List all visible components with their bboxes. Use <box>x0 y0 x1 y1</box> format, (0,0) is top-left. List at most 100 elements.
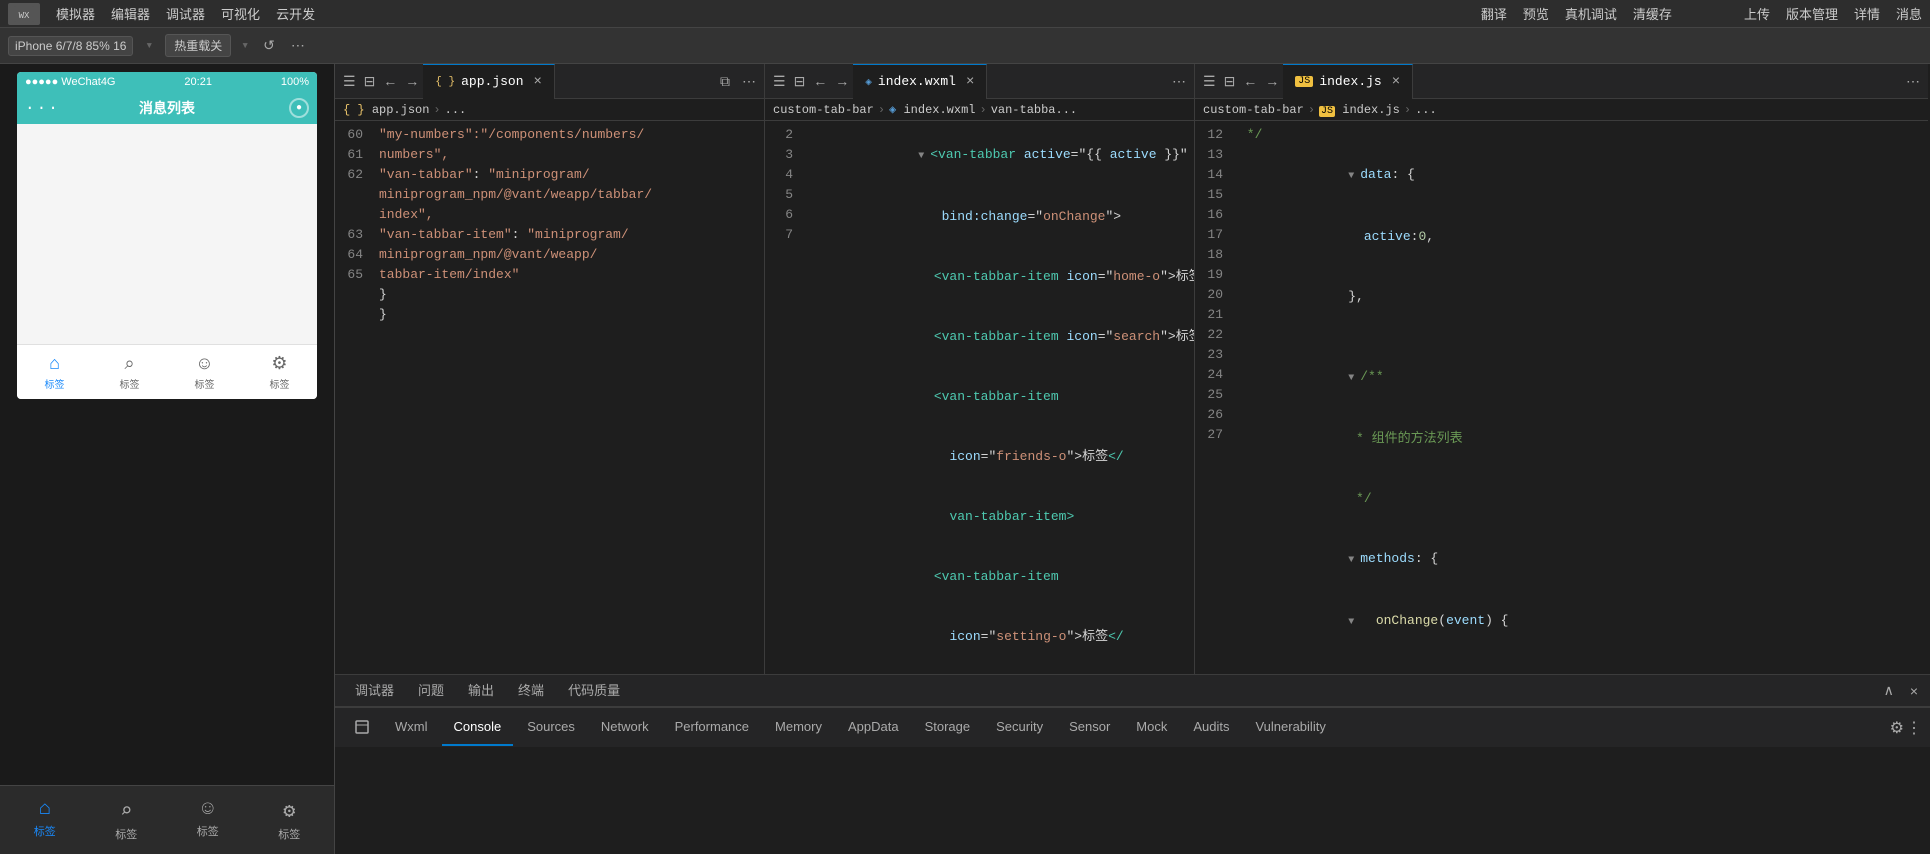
devtools-collapse-btn[interactable]: ∧ <box>1880 680 1898 701</box>
wxml-tab-close[interactable]: × <box>966 74 974 90</box>
js-forward[interactable]: → <box>1261 71 1283 91</box>
json-line-63: } <box>379 285 756 305</box>
js-line-18: * 组件的方法列表 <box>1239 409 1920 469</box>
wxml-back[interactable]: ← <box>809 71 831 91</box>
bottom-tab-icon[interactable] <box>343 710 381 746</box>
wxml-bookmark[interactable]: ⊟ <box>790 71 810 92</box>
bottom-tab-sensor[interactable]: Sensor <box>1057 710 1122 746</box>
js-split-view[interactable]: ☰ <box>1199 71 1220 92</box>
nav-more-icon[interactable]: ··· <box>25 99 60 117</box>
menu-debugger[interactable]: 调试器 <box>166 4 205 23</box>
json-code-body: "my-numbers":"/components/numbers/ numbe… <box>371 125 764 670</box>
js-back[interactable]: ← <box>1239 71 1261 91</box>
line21-fold[interactable]: ▼ <box>1348 613 1360 633</box>
wxml-breadcrumb-symbol[interactable]: van-tabba... <box>991 103 1077 117</box>
bottom-tab-memory[interactable]: Memory <box>763 710 834 746</box>
menu-cloud[interactable]: 云开发 <box>276 4 315 23</box>
bottom-tab-sources[interactable]: Sources <box>515 710 587 746</box>
wxml-more-btn[interactable]: ⋯ <box>1168 71 1190 92</box>
json-line-62b: miniprogram_npm/@vant/weapp/ <box>379 245 756 265</box>
wxml-split-view[interactable]: ☰ <box>769 71 790 92</box>
bottom-tabs-bar: Wxml Console Sources Network Performance… <box>335 707 1930 747</box>
devtools-tab-issues[interactable]: 问题 <box>406 675 456 707</box>
menu-upload[interactable]: 上传 <box>1744 4 1770 23</box>
json-breadcrumb-rest[interactable]: ... <box>445 103 467 117</box>
bottom-tab-vulnerability[interactable]: Vulnerability <box>1243 710 1337 746</box>
wxml-forward[interactable]: → <box>831 71 853 91</box>
devtools-close-btn[interactable]: × <box>1906 681 1922 701</box>
json-breadcrumb-file[interactable]: { } app.json <box>343 103 429 117</box>
sidebar-item-3[interactable]: ⚙ 标签 <box>270 794 308 846</box>
phone-content <box>17 124 317 344</box>
phone-time: 20:21 <box>184 76 212 88</box>
wxml-tab[interactable]: ◈ index.wxml × <box>853 64 987 99</box>
json-tab[interactable]: { } app.json × <box>423 64 555 99</box>
js-tab-filename: index.js <box>1319 74 1381 89</box>
menu-editor[interactable]: 编辑器 <box>111 4 150 23</box>
menu-simulator[interactable]: 模拟器 <box>56 4 95 23</box>
json-split-view[interactable]: ☰ <box>339 71 360 92</box>
bottom-tab-mock[interactable]: Mock <box>1124 710 1179 746</box>
json-forward[interactable]: → <box>401 71 423 91</box>
devtools-tab-terminal[interactable]: 终端 <box>506 675 556 707</box>
menu-translate[interactable]: 翻译 <box>1481 4 1507 23</box>
nav-play-icon[interactable]: ● <box>289 98 309 118</box>
line20-fold[interactable]: ▼ <box>1348 551 1360 571</box>
menu-clearcache[interactable]: 清缓存 <box>1633 4 1672 23</box>
json-back[interactable]: ← <box>379 71 401 91</box>
js-more-btn[interactable]: ⋯ <box>1902 71 1924 92</box>
js-line-16 <box>1239 327 1920 347</box>
js-code-area[interactable]: 12131415 16171819 20212223 24252627 */ ▼… <box>1195 121 1928 674</box>
bottom-tab-audits[interactable]: Audits <box>1181 710 1241 746</box>
line17-fold[interactable]: ▼ <box>1348 369 1360 389</box>
js-bookmark[interactable]: ⊟ <box>1220 71 1240 92</box>
wxml-breadcrumb-file[interactable]: ◈ index.wxml <box>889 102 975 117</box>
json-code-area[interactable]: 606162 636465 "my-numbers":"/components/… <box>335 121 764 674</box>
devtools-tab-debugger[interactable]: 调试器 <box>343 675 406 707</box>
phone-tab-3[interactable]: ⚙ 标签 <box>242 349 317 395</box>
device-selector[interactable]: iPhone 6/7/8 85% 16 <box>8 36 133 56</box>
sidebar-item-0[interactable]: ⌂ 标签 <box>26 794 64 846</box>
wxml-breadcrumb-folder[interactable]: custom-tab-bar <box>773 103 874 117</box>
json-more-btn[interactable]: ⋯ <box>738 71 760 92</box>
menu-preview[interactable]: 预览 <box>1523 4 1549 23</box>
more-button[interactable]: ⋯ <box>287 35 309 56</box>
bottom-more-btn[interactable]: ⋮ <box>1906 718 1922 738</box>
bottom-tab-network[interactable]: Network <box>589 710 661 746</box>
bottom-tab-security[interactable]: Security <box>984 710 1055 746</box>
menu-message[interactable]: 消息 <box>1896 4 1922 23</box>
line13-fold[interactable]: ▼ <box>1348 167 1360 187</box>
js-breadcrumb-folder[interactable]: custom-tab-bar <box>1203 103 1304 117</box>
bottom-tab-console[interactable]: Console <box>442 710 514 746</box>
phone-tab-2[interactable]: ☺ 标签 <box>167 349 242 395</box>
json-tab-actions: ⧉ ⋯ <box>716 71 760 92</box>
wxml-code-area[interactable]: 234567 ▼<van-tabbar active="{{ active }}… <box>765 121 1194 674</box>
menu-version[interactable]: 版本管理 <box>1786 4 1838 23</box>
js-tab-close[interactable]: × <box>1392 74 1400 90</box>
hot-reload-button[interactable]: 热重载关 <box>165 34 231 57</box>
wxml-tab-actions: ⋯ <box>1168 71 1190 92</box>
bottom-settings-btn[interactable]: ⚙ <box>1890 718 1904 738</box>
refresh-button[interactable]: ↺ <box>259 35 279 56</box>
line2-fold[interactable]: ▼ <box>918 147 930 167</box>
js-breadcrumb-rest[interactable]: ... <box>1415 103 1437 117</box>
json-tab-close[interactable]: × <box>534 74 542 90</box>
sidebar-item-2[interactable]: ☺ 标签 <box>189 794 227 846</box>
menu-realdevice[interactable]: 真机调试 <box>1565 4 1617 23</box>
json-split-btn[interactable]: ⧉ <box>716 71 734 92</box>
sidebar-item-1[interactable]: ⌕ 标签 <box>107 794 145 846</box>
menu-detail[interactable]: 详情 <box>1854 4 1880 23</box>
bottom-tab-appdata[interactable]: AppData <box>836 710 911 746</box>
js-breadcrumb-file[interactable]: JS index.js <box>1319 103 1400 117</box>
devtools-tab-output[interactable]: 输出 <box>456 675 506 707</box>
phone-tab-label-2: 标签 <box>195 376 215 391</box>
bottom-tab-wxml[interactable]: Wxml <box>383 710 440 746</box>
bottom-tab-performance[interactable]: Performance <box>663 710 761 746</box>
json-bookmark[interactable]: ⊟ <box>360 71 380 92</box>
devtools-tab-quality[interactable]: 代码质量 <box>556 675 632 707</box>
bottom-tab-storage[interactable]: Storage <box>913 710 983 746</box>
menu-visual[interactable]: 可视化 <box>221 4 260 23</box>
phone-tab-1[interactable]: ⌕ 标签 <box>92 349 167 395</box>
js-tab[interactable]: JS index.js × <box>1283 64 1413 99</box>
phone-tab-0[interactable]: ⌂ 标签 <box>17 349 92 395</box>
